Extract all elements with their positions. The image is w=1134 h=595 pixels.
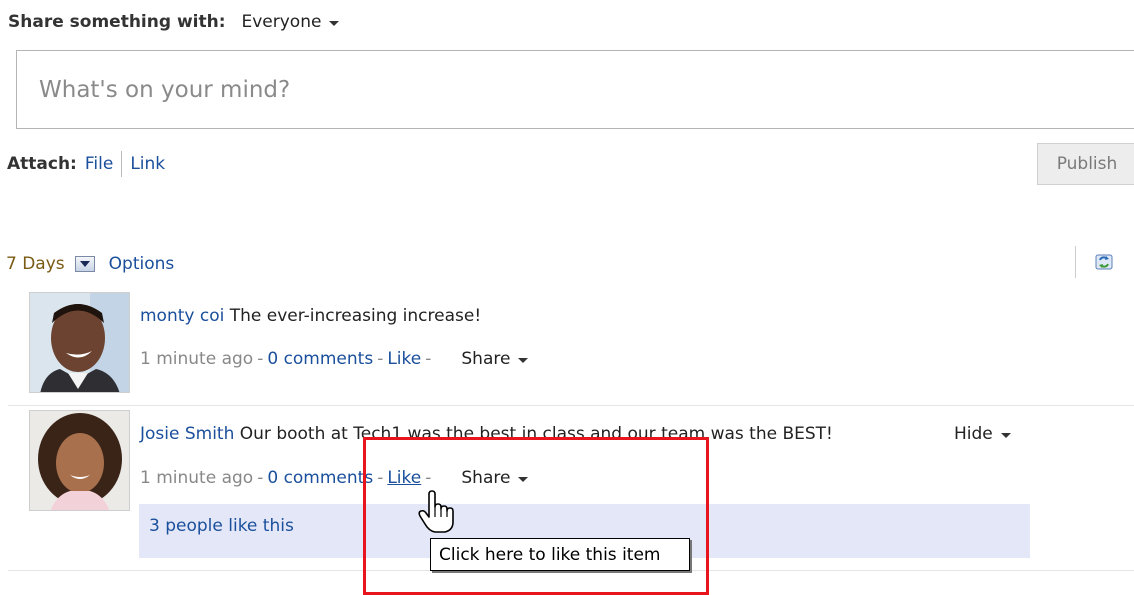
attach-row: Attach: File Link: [7, 151, 165, 177]
chevron-down-icon: [329, 20, 340, 26]
tooltip: Click here to like this item: [430, 538, 690, 571]
separator: -: [377, 349, 384, 369]
attach-label: Attach:: [7, 154, 77, 174]
post-meta-row: 1 minute ago - 0 comments - Like - Share: [140, 468, 529, 488]
filter-row: 7 Days Options: [6, 251, 174, 277]
audience-value: Everyone: [241, 12, 322, 32]
post-divider: [8, 405, 1134, 406]
share-label: Share something with:: [8, 12, 226, 32]
post-text: The ever-increasing increase!: [229, 306, 482, 326]
post-meta-row: 1 minute ago - 0 comments - Like - Share: [140, 349, 529, 369]
publish-button[interactable]: Publish: [1037, 143, 1134, 185]
options-link[interactable]: Options: [109, 254, 175, 274]
post-timestamp: 1 minute ago: [140, 468, 254, 488]
separator: -: [257, 349, 264, 369]
separator: -: [377, 468, 384, 488]
post-text: Our booth at Tech1 was the best in class…: [239, 424, 833, 444]
share-dropdown[interactable]: Share: [461, 349, 529, 369]
post-author-link[interactable]: Josie Smith: [140, 424, 234, 444]
attach-file-link[interactable]: File: [85, 154, 113, 174]
comments-link[interactable]: 0 comments: [267, 468, 373, 488]
avatar[interactable]: [29, 292, 130, 393]
status-input[interactable]: [39, 77, 939, 103]
hide-label: Hide: [954, 424, 993, 444]
avatar-photo: [30, 293, 129, 392]
post-author-link[interactable]: monty coi: [140, 306, 224, 326]
audience-dropdown[interactable]: Everyone: [242, 12, 340, 32]
share-label: Share: [461, 349, 511, 369]
comments-link[interactable]: 0 comments: [267, 349, 373, 369]
attach-link-link[interactable]: Link: [130, 154, 165, 174]
tooltip-text: Click here to like this item: [439, 544, 661, 565]
separator: -: [425, 468, 432, 488]
likes-count-link[interactable]: 3 people like this: [149, 516, 294, 536]
like-link[interactable]: Like: [387, 349, 421, 369]
status-box: [16, 50, 1134, 129]
chevron-down-icon: [1000, 432, 1011, 438]
like-link[interactable]: Like: [387, 468, 421, 488]
chevron-down-icon: [518, 476, 529, 482]
chevron-down-icon: [518, 357, 529, 363]
separator: -: [425, 349, 432, 369]
days-filter-label: 7 Days: [6, 254, 65, 274]
post-text-line: Josie Smith Our booth at Tech1 was the b…: [140, 424, 833, 444]
post-timestamp: 1 minute ago: [140, 349, 254, 369]
hide-dropdown[interactable]: Hide: [954, 424, 1011, 444]
avatar-photo: [30, 411, 129, 510]
days-dropdown-button[interactable]: [74, 256, 95, 272]
post-text-line: monty coi The ever-increasing increase!: [140, 306, 481, 326]
avatar[interactable]: [29, 410, 130, 511]
refresh-divider: [1075, 246, 1076, 278]
separator: -: [257, 468, 264, 488]
share-label: Share: [461, 468, 511, 488]
share-row: Share something with: Everyone: [8, 9, 340, 35]
dropdown-icon: [79, 261, 90, 267]
share-dropdown[interactable]: Share: [461, 468, 529, 488]
attach-divider: [121, 151, 123, 177]
refresh-icon[interactable]: [1094, 252, 1114, 272]
